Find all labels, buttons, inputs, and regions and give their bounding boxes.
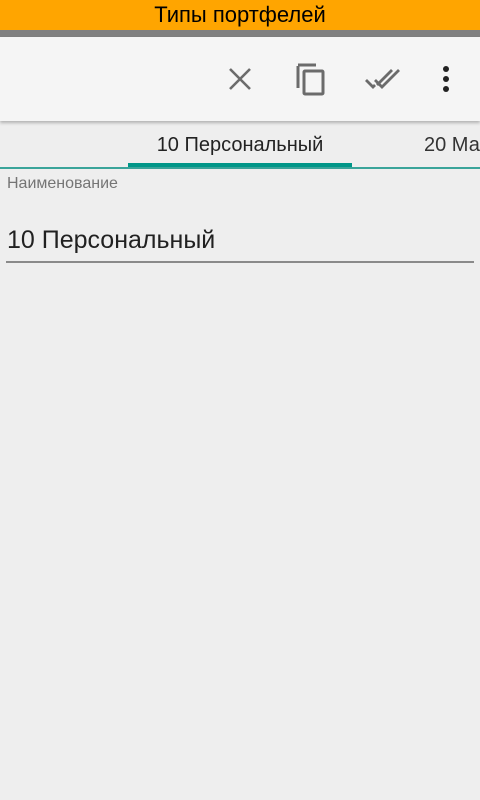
tab-label: 10 Персональный	[156, 133, 324, 156]
active-tab-indicator	[128, 163, 352, 167]
done-all-button[interactable]	[353, 37, 413, 121]
close-icon	[229, 68, 251, 90]
more-options-button[interactable]	[416, 37, 476, 121]
copy-button[interactable]	[281, 37, 341, 121]
name-field-underline	[6, 261, 474, 263]
title-divider	[0, 30, 480, 37]
name-field[interactable]: 10 Персональный	[7, 226, 215, 255]
app-title: Типы портфелей	[154, 2, 326, 27]
copy-icon	[296, 63, 325, 96]
app-title-bar: Типы портфелей	[0, 0, 480, 30]
tab-personal[interactable]: 10 Персональный	[128, 121, 352, 169]
double-check-icon	[365, 69, 400, 89]
tab-label: 20 Ма	[424, 133, 480, 156]
name-field-label: Наименование	[7, 175, 118, 192]
tab-bar: 10 Персональный 20 Ма	[0, 121, 480, 169]
action-toolbar	[0, 37, 480, 121]
close-button[interactable]	[210, 37, 270, 121]
tabs-divider	[0, 167, 480, 169]
tab-second[interactable]: 20 Ма	[424, 121, 480, 169]
more-vert-icon	[443, 66, 449, 92]
